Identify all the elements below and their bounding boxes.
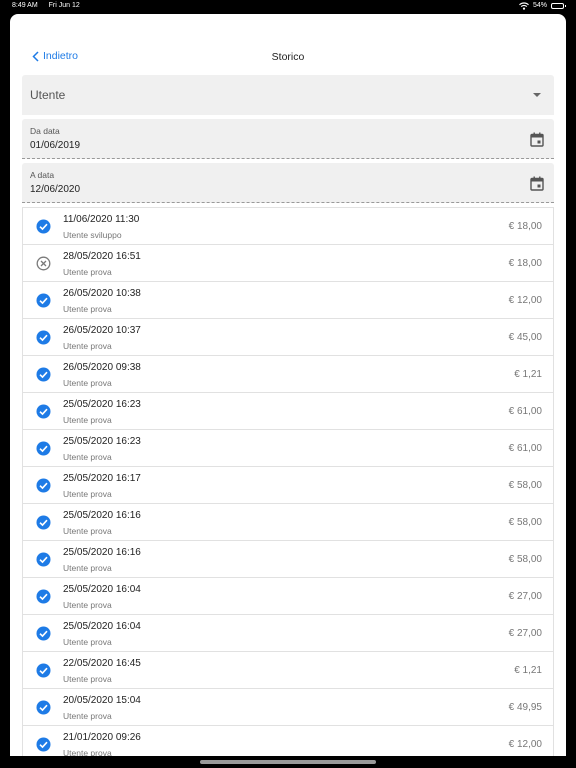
check-circle-icon [36, 219, 51, 234]
check-circle-icon [36, 663, 51, 678]
transaction-datetime: 25/05/2020 16:23 [63, 436, 141, 447]
transaction-row[interactable]: 25/05/2020 16:23 Utente prova € 61,00 [23, 393, 553, 430]
transaction-amount: € 58,00 [508, 517, 542, 528]
transaction-user: Utente prova [63, 489, 112, 499]
dropdown-arrow-icon [533, 93, 541, 97]
transaction-user: Utente prova [63, 526, 112, 536]
transaction-amount: € 18,00 [508, 221, 542, 232]
check-circle-icon [36, 552, 51, 567]
transaction-user: Utente prova [63, 711, 112, 721]
transaction-user: Utente prova [63, 600, 112, 610]
check-circle-icon [36, 700, 51, 715]
transaction-user: Utente prova [63, 637, 112, 647]
transaction-amount: € 27,00 [508, 591, 542, 602]
transaction-row[interactable]: 11/06/2020 11:30 Utente sviluppo € 18,00 [23, 208, 553, 245]
transaction-amount: € 1,21 [514, 665, 542, 676]
to-date-value: 12/06/2020 [30, 184, 81, 195]
transaction-list: 11/06/2020 11:30 Utente sviluppo € 18,00 28… [22, 207, 554, 756]
status-date: Fri Jun 12 [48, 2, 80, 9]
check-circle-icon [36, 478, 51, 493]
transaction-user: Utente prova [63, 341, 112, 351]
check-circle-icon [36, 515, 51, 530]
history-sheet: Indietro Storico Utente Da data 01/06/20… [10, 14, 566, 756]
transaction-row[interactable]: 25/05/2020 16:17 Utente prova € 58,00 [23, 467, 553, 504]
check-circle-icon [36, 441, 51, 456]
transaction-datetime: 21/01/2020 09:26 [63, 732, 141, 743]
transaction-datetime: 26/05/2020 10:37 [63, 325, 141, 336]
transaction-row[interactable]: 22/05/2020 16:45 Utente prova € 1,21 [23, 652, 553, 689]
check-circle-icon [36, 589, 51, 604]
page-title: Storico [271, 51, 305, 63]
calendar-icon[interactable] [530, 132, 544, 147]
transaction-datetime: 22/05/2020 16:45 [63, 658, 141, 669]
check-circle-icon [36, 626, 51, 641]
transaction-amount: € 58,00 [508, 554, 542, 565]
transaction-user: Utente prova [63, 267, 112, 277]
transaction-user: Utente prova [63, 452, 112, 462]
transaction-datetime: 11/06/2020 11:30 [63, 214, 140, 225]
to-date-label: A data [30, 170, 55, 180]
transaction-amount: € 1,21 [514, 369, 542, 380]
transaction-amount: € 49,95 [508, 702, 542, 713]
transaction-row[interactable]: 25/05/2020 16:04 Utente prova € 27,00 [23, 615, 553, 652]
transaction-amount: € 61,00 [508, 443, 542, 454]
transaction-row[interactable]: 26/05/2020 09:38 Utente prova € 1,21 [23, 356, 553, 393]
transaction-row[interactable]: 25/05/2020 16:16 Utente prova € 58,00 [23, 504, 553, 541]
check-circle-icon [36, 737, 51, 752]
transaction-amount: € 27,00 [508, 628, 542, 639]
check-circle-icon [36, 330, 51, 345]
transaction-user: Utente prova [63, 748, 112, 756]
transaction-datetime: 26/05/2020 09:38 [63, 362, 141, 373]
transaction-amount: € 18,00 [508, 258, 542, 269]
transaction-row[interactable]: 25/05/2020 16:23 Utente prova € 61,00 [23, 430, 553, 467]
transaction-row[interactable]: 21/01/2020 09:26 Utente prova € 12,00 [23, 726, 553, 756]
transaction-datetime: 26/05/2020 10:38 [63, 288, 141, 299]
status-bar: 8:49 AM Fri Jun 12 54% [0, 0, 576, 14]
to-date-field[interactable]: A data 12/06/2020 [22, 163, 554, 203]
transaction-user: Utente prova [63, 304, 112, 314]
transaction-user: Utente prova [63, 378, 112, 388]
transaction-datetime: 20/05/2020 15:04 [63, 695, 141, 706]
transaction-amount: € 58,00 [508, 480, 542, 491]
transaction-datetime: 25/05/2020 16:16 [63, 547, 141, 558]
transaction-datetime: 25/05/2020 16:17 [63, 473, 141, 484]
from-date-value: 01/06/2019 [30, 140, 81, 151]
transaction-user: Utente prova [63, 415, 112, 425]
nav-bar: Indietro Storico [10, 14, 566, 74]
transaction-row[interactable]: 20/05/2020 15:04 Utente prova € 49,95 [23, 689, 553, 726]
transaction-amount: € 61,00 [508, 406, 542, 417]
check-circle-icon [36, 293, 51, 308]
status-right: 54% [519, 0, 566, 12]
transaction-datetime: 25/05/2020 16:16 [63, 510, 141, 521]
transaction-datetime: 25/05/2020 16:23 [63, 399, 141, 410]
transaction-datetime: 25/05/2020 16:04 [63, 621, 141, 632]
home-indicator [200, 760, 376, 764]
transaction-user: Utente prova [63, 674, 112, 684]
transaction-user: Utente prova [63, 563, 112, 573]
transaction-row[interactable]: 25/05/2020 16:04 Utente prova € 27,00 [23, 578, 553, 615]
check-circle-icon [36, 367, 51, 382]
transaction-row[interactable]: 26/05/2020 10:37 Utente prova € 45,00 [23, 319, 553, 356]
check-circle-icon [36, 404, 51, 419]
user-select-value: Utente [30, 88, 66, 102]
user-select[interactable]: Utente [22, 75, 554, 115]
wifi-icon [519, 2, 529, 10]
status-time: 8:49 AM [12, 2, 38, 9]
transaction-amount: € 45,00 [508, 332, 542, 343]
cancel-circle-icon [36, 256, 51, 271]
transaction-row[interactable]: 28/05/2020 16:51 Utente prova € 18,00 [23, 245, 553, 282]
transaction-amount: € 12,00 [508, 739, 542, 750]
transaction-amount: € 12,00 [508, 295, 542, 306]
transaction-datetime: 28/05/2020 16:51 [63, 251, 141, 262]
transaction-datetime: 25/05/2020 16:04 [63, 584, 141, 595]
from-date-field[interactable]: Da data 01/06/2019 [22, 119, 554, 159]
status-left: 8:49 AM Fri Jun 12 [12, 0, 89, 12]
calendar-icon[interactable] [530, 176, 544, 191]
from-date-label: Da data [30, 126, 60, 136]
battery-icon [551, 3, 566, 9]
transaction-row[interactable]: 25/05/2020 16:16 Utente prova € 58,00 [23, 541, 553, 578]
battery-percent: 54% [532, 2, 547, 9]
transaction-row[interactable]: 26/05/2020 10:38 Utente prova € 12,00 [23, 282, 553, 319]
transaction-user: Utente sviluppo [63, 230, 122, 240]
